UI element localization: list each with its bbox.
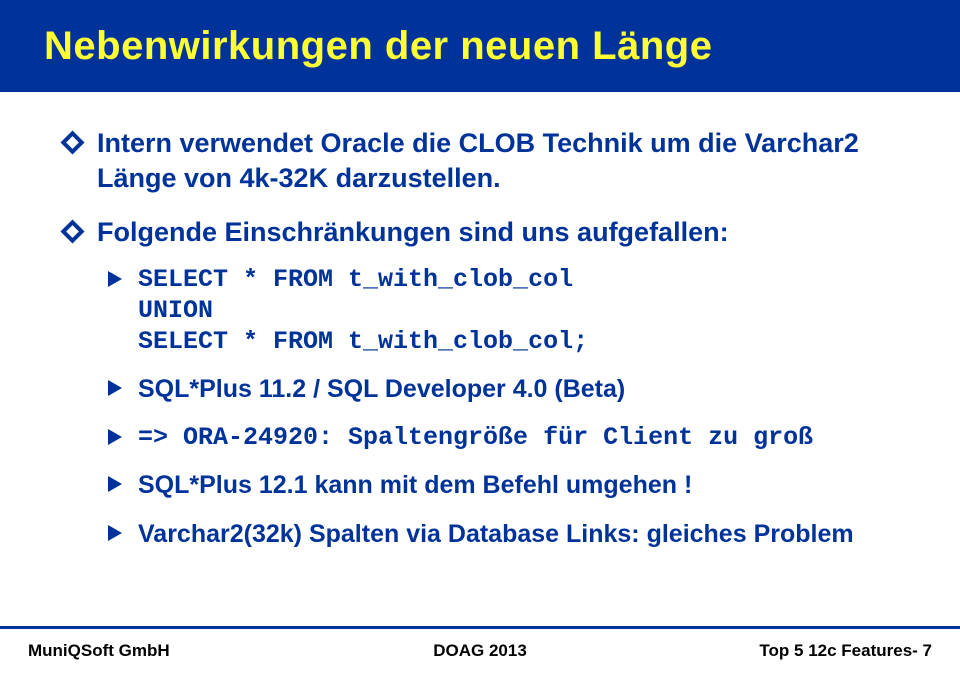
bullet-2-text: Folgende Einschränkungen sind uns aufgef… [97,215,729,250]
bullet-2: Folgende Einschränkungen sind uns aufgef… [64,215,912,550]
sub-bullet-sqlplus12-text: SQL*Plus 12.1 kann mit dem Befehl umgehe… [138,469,692,502]
sub-bullet-sqlplus12: SQL*Plus 12.1 kann mit dem Befehl umgehe… [108,469,912,502]
bullet-1-text: Intern verwendet Oracle die CLOB Technik… [97,126,912,195]
slide-title: Nebenwirkungen der neuen Länge [44,24,712,69]
sub-bullet-sqlplus-text: SQL*Plus 11.2 / SQL Developer 4.0 (Beta) [138,373,625,406]
slide: Nebenwirkungen der neuen Länge Intern ve… [0,0,960,673]
triangle-icon [108,476,122,492]
sub-bullet-varchar-text: Varchar2(32k) Spalten via Database Links… [138,518,854,551]
triangle-icon [108,525,122,541]
diamond-icon [60,130,84,154]
bullet-1: Intern verwendet Oracle die CLOB Technik… [64,126,912,195]
diamond-icon [60,220,84,244]
triangle-icon [108,380,122,396]
footer-left: MuniQSoft GmbH [28,641,170,661]
code-block-2: => ORA-24920: Spaltengröße für Client zu… [138,422,813,453]
triangle-icon [108,429,122,445]
sub-bullets: SELECT * FROM t_with_clob_col UNION SELE… [108,264,912,551]
sub-code-1: SELECT * FROM t_with_clob_col UNION SELE… [108,264,912,358]
title-band: Nebenwirkungen der neuen Länge [0,0,960,92]
code-block-1: SELECT * FROM t_with_clob_col UNION SELE… [138,264,588,358]
footer-right: Top 5 12c Features- 7 [759,641,932,661]
footer: MuniQSoft GmbH DOAG 2013 Top 5 12c Featu… [0,629,960,673]
content-area: Intern verwendet Oracle die CLOB Technik… [0,92,960,673]
footer-center: DOAG 2013 [433,641,527,661]
sub-bullet-varchar: Varchar2(32k) Spalten via Database Links… [108,518,912,551]
sub-code-2: => ORA-24920: Spaltengröße für Client zu… [108,422,912,453]
sub-bullet-sqlplus: SQL*Plus 11.2 / SQL Developer 4.0 (Beta) [108,373,912,406]
triangle-icon [108,271,122,287]
